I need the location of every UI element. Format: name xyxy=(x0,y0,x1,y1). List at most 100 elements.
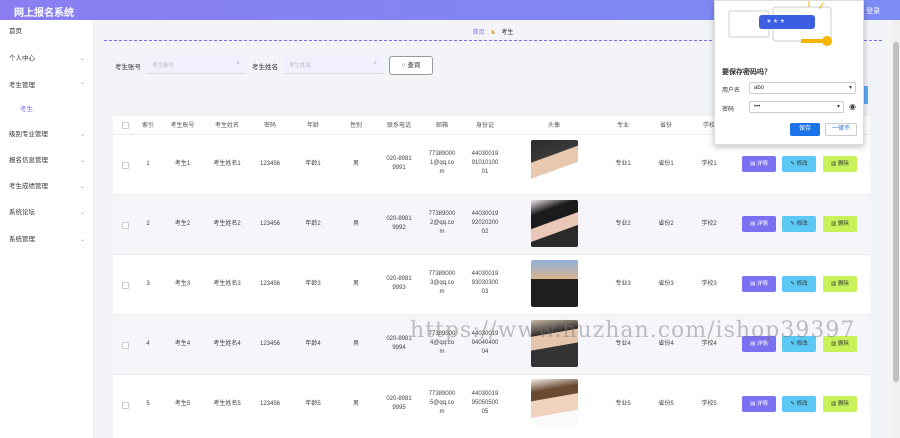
cell-province: 省份3 xyxy=(658,281,674,287)
account-search-input[interactable]: 考生账号 ⌕ xyxy=(146,56,246,74)
breadcrumb-current: 考生 xyxy=(501,30,514,36)
detail-label: 详情 xyxy=(756,221,768,227)
breadcrumb-home[interactable]: 首页 xyxy=(473,30,485,36)
password-label: 密码 xyxy=(722,107,735,113)
scrollbar[interactable] xyxy=(892,20,900,438)
detail-button[interactable]: ▤ 详情 xyxy=(742,276,776,292)
cell-age: 年龄1 xyxy=(305,161,321,167)
row-checkbox[interactable] xyxy=(122,342,129,349)
login-link[interactable]: 登录 xyxy=(866,6,880,16)
trash-icon: ▥ xyxy=(831,161,838,167)
email-line: m xyxy=(439,289,445,295)
sidebar-item-candidate[interactable]: 考生 xyxy=(0,103,94,117)
detail-button[interactable]: ▤ 详情 xyxy=(742,396,776,412)
trash-icon: ▥ xyxy=(831,221,838,227)
cell-major: 专业2 xyxy=(615,221,631,227)
delete-button[interactable]: ▥ 删除 xyxy=(823,156,857,172)
phone-line: 020-8981 xyxy=(386,396,412,402)
email-line: m xyxy=(439,349,445,355)
cell-idcard: 44030019 93030300 03 xyxy=(464,270,506,297)
cell-email: 77389000 3@qq.co m xyxy=(421,270,463,297)
column-header: 性别 xyxy=(349,123,362,129)
query-button[interactable]: ○ 查询 xyxy=(389,56,433,75)
password-field[interactable]: ••• ▾ xyxy=(749,101,844,113)
name-placeholder: 考生姓名 xyxy=(289,63,312,69)
cell-gender: 男 xyxy=(352,161,359,167)
cell-phone: 020-8981 9993 xyxy=(378,275,420,293)
chevron-down-icon: ▾ xyxy=(848,85,852,91)
edit-button[interactable]: ✎ 修改 xyxy=(782,396,816,412)
edit-button[interactable]: ✎ 修改 xyxy=(782,156,816,172)
cell-email: 77389000 1@qq.co m xyxy=(421,150,463,177)
chevron-down-icon: ⌄ xyxy=(79,132,85,138)
cell-account: 考生1 xyxy=(174,161,191,167)
username-label: 用户名 xyxy=(722,88,741,94)
query-label: 查询 xyxy=(407,62,421,69)
row-checkbox[interactable] xyxy=(122,402,129,409)
row-checkbox[interactable] xyxy=(122,282,129,289)
sidebar-item-registration[interactable]: 报名信息管理 ⌄ xyxy=(0,154,94,168)
phone-line: 9991 xyxy=(392,165,406,171)
cell-idcard: 44030019 91010100 01 xyxy=(464,150,506,177)
document-icon: ▤ xyxy=(750,221,757,227)
sidebar-item-profile[interactable]: 个人中心 ⌄ xyxy=(0,52,94,66)
save-password-button[interactable]: 保存 xyxy=(790,123,820,136)
cell-gender: 男 xyxy=(352,341,359,347)
edit-label: 修改 xyxy=(796,161,808,167)
edit-label: 修改 xyxy=(796,281,808,287)
document-icon: ▤ xyxy=(750,161,757,167)
edit-button[interactable]: ✎ 修改 xyxy=(782,216,816,232)
column-header: 省份 xyxy=(659,123,672,129)
row-checkbox[interactable] xyxy=(122,222,129,229)
cell-name: 考生姓名5 xyxy=(213,401,241,407)
never-save-button[interactable]: 一律不 xyxy=(825,123,857,136)
cell-school: 学校2 xyxy=(701,221,717,227)
sidebar-item-label: 个人中心 xyxy=(9,55,35,62)
avatar xyxy=(531,260,578,307)
cell-name: 考生姓名3 xyxy=(213,281,241,287)
sidebar-item-candidates[interactable]: 考生管理 ⌃ xyxy=(0,79,94,93)
cell-school: 学校1 xyxy=(701,161,717,167)
name-search-input[interactable]: 考生姓名 ⌕ xyxy=(283,56,383,74)
idcard-line: 04 xyxy=(481,349,489,355)
eye-icon[interactable]: ◉ xyxy=(849,102,856,111)
sidebar-item-system[interactable]: 系统管理 ⌄ xyxy=(0,233,94,247)
trash-icon: ▥ xyxy=(831,281,838,287)
email-line: 2@qq.co xyxy=(429,220,455,226)
detail-label: 详情 xyxy=(756,161,768,167)
column-header: 身份证 xyxy=(475,123,494,129)
delete-button[interactable]: ▥ 删除 xyxy=(823,396,857,412)
delete-label: 删除 xyxy=(837,281,849,287)
account-placeholder: 考生账号 xyxy=(152,63,175,69)
row-checkbox[interactable] xyxy=(122,162,129,169)
idcard-line: 91010100 xyxy=(471,160,499,166)
email-line: 77389000 xyxy=(428,151,456,157)
username-field[interactable]: abo ▾ xyxy=(749,82,856,94)
cell-password: 123456 xyxy=(259,221,281,227)
email-line: m xyxy=(439,409,445,415)
idcard-line: 05 xyxy=(481,409,489,415)
account-label: 考生账号 xyxy=(115,64,141,71)
select-all-checkbox[interactable] xyxy=(122,122,129,129)
detail-button[interactable]: ▤ 详情 xyxy=(742,156,776,172)
delete-button[interactable]: ▥ 删除 xyxy=(823,276,857,292)
cell-index: 2 xyxy=(146,221,150,227)
delete-label: 删除 xyxy=(837,161,849,167)
scrollbar-thumb[interactable] xyxy=(893,42,899,382)
cell-province: 省份1 xyxy=(658,161,674,167)
sidebar-item-forum[interactable]: 系统论坛 ⌄ xyxy=(0,206,94,220)
delete-button[interactable]: ▥ 删除 xyxy=(823,216,857,232)
password-value: ••• xyxy=(754,104,761,110)
sidebar-item-scores[interactable]: 考生成绩管理 ⌄ xyxy=(0,180,94,194)
edit-button[interactable]: ✎ 修改 xyxy=(782,276,816,292)
sidebar-item-level-major[interactable]: 级别专业管理 ⌄ xyxy=(0,128,94,142)
column-header: 邮箱 xyxy=(435,123,448,129)
cell-name: 考生姓名2 xyxy=(213,221,241,227)
cell-name: 考生姓名1 xyxy=(213,161,241,167)
cell-email: 77389000 2@qq.co m xyxy=(421,210,463,237)
cell-account: 考生2 xyxy=(174,221,191,227)
detail-button[interactable]: ▤ 详情 xyxy=(742,216,776,232)
sidebar-item-home[interactable]: 首页 xyxy=(0,25,94,39)
email-line: 77389000 xyxy=(428,271,456,277)
idcard-line: 92020200 xyxy=(471,220,499,226)
